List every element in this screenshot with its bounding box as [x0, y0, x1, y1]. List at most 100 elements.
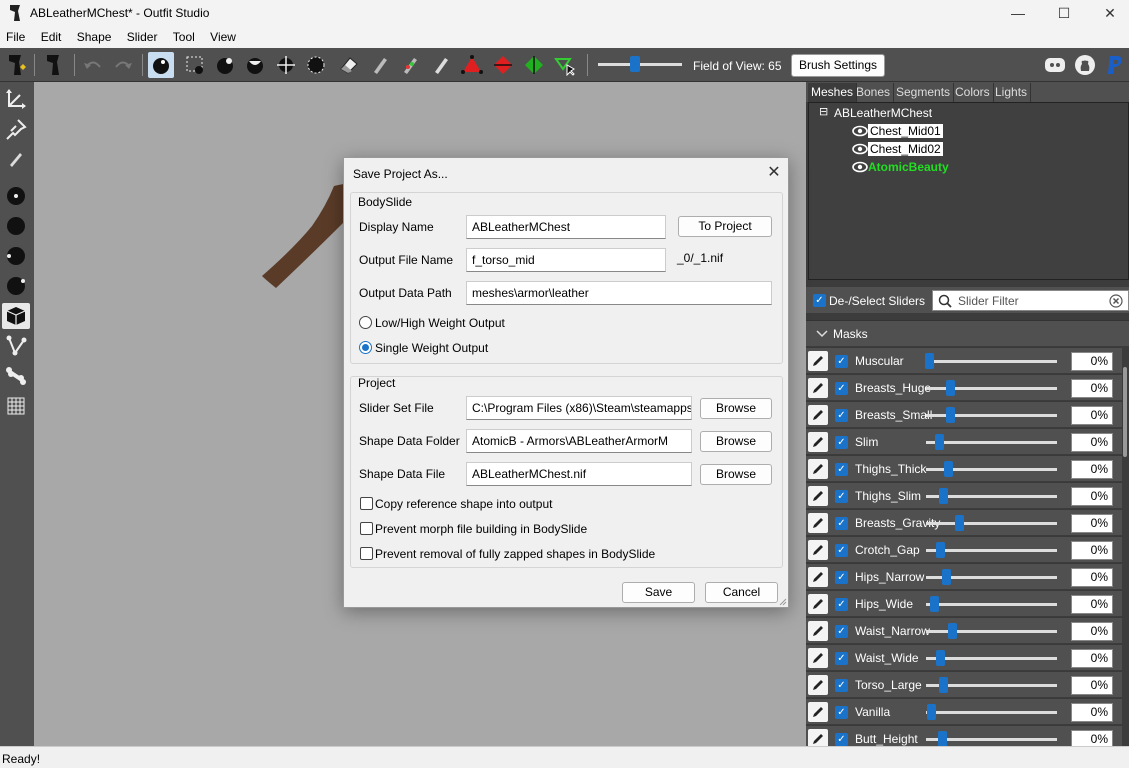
- browse-shape-file-button[interactable]: Browse: [700, 464, 772, 485]
- slider-track[interactable]: [926, 441, 1057, 444]
- slider-checkbox[interactable]: ✓: [835, 625, 848, 638]
- browse-slider-set-button[interactable]: Browse: [700, 398, 772, 419]
- slider-edit-button[interactable]: [808, 594, 828, 614]
- brush-smooth-icon[interactable]: [2, 273, 30, 299]
- move-vertex-icon[interactable]: [552, 52, 578, 78]
- slider-checkbox[interactable]: ✓: [835, 733, 848, 746]
- menu-tool[interactable]: Tool: [167, 26, 201, 44]
- slider-thumb[interactable]: [937, 731, 947, 746]
- select-brush-icon[interactable]: [148, 52, 174, 78]
- shape-folder-field[interactable]: AtomicB - Armors\ABLeatherArmorM: [466, 429, 692, 453]
- slider-thumb[interactable]: [924, 353, 934, 369]
- slider-edit-button[interactable]: [808, 405, 828, 425]
- slider-thumb[interactable]: [927, 704, 937, 720]
- slider-value-field[interactable]: 0%: [1071, 595, 1113, 614]
- project-icon[interactable]: [41, 52, 67, 78]
- bone-icon[interactable]: [2, 363, 30, 389]
- fov-slider-thumb[interactable]: [630, 56, 640, 72]
- slider-checkbox[interactable]: ✓: [835, 598, 848, 611]
- slider-edit-button[interactable]: [808, 621, 828, 641]
- smooth-brush-icon[interactable]: [303, 52, 329, 78]
- dialog-close-button[interactable]: ✕: [764, 163, 784, 183]
- color-brush-icon[interactable]: [397, 52, 423, 78]
- menu-view[interactable]: View: [204, 26, 242, 44]
- shape-file-field[interactable]: ABLeatherMChest.nif: [466, 462, 692, 486]
- slider-value-field[interactable]: 0%: [1071, 649, 1113, 668]
- slider-value-field[interactable]: 0%: [1071, 514, 1113, 533]
- github-icon[interactable]: [1072, 52, 1098, 78]
- cube-icon[interactable]: [2, 303, 30, 329]
- vertex-edit-icon[interactable]: [2, 146, 30, 172]
- slider-thumb[interactable]: [944, 461, 954, 477]
- output-file-field[interactable]: f_torso_mid: [466, 248, 666, 272]
- close-icon[interactable]: ✕: [767, 164, 780, 181]
- prevent-removal-label[interactable]: Prevent removal of fully zapped shapes i…: [375, 547, 655, 561]
- mask-brush-icon[interactable]: [212, 52, 238, 78]
- slider-edit-button[interactable]: [808, 675, 828, 695]
- menu-slider[interactable]: Slider: [121, 26, 164, 44]
- brush-settings-button[interactable]: Brush Settings: [791, 54, 885, 77]
- close-window-button[interactable]: ✕: [1087, 0, 1129, 26]
- slider-track[interactable]: [926, 603, 1057, 606]
- collapse-vertex-icon[interactable]: [459, 52, 485, 78]
- slider-value-field[interactable]: 0%: [1071, 676, 1113, 695]
- slider-thumb[interactable]: [936, 650, 946, 666]
- eraser-icon[interactable]: [336, 52, 362, 78]
- single-weight-label[interactable]: Single Weight Output: [375, 341, 488, 355]
- split-edge-icon[interactable]: [521, 52, 547, 78]
- slider-thumb[interactable]: [945, 407, 955, 423]
- slider-value-field[interactable]: 0%: [1071, 487, 1113, 506]
- slider-value-field[interactable]: 0%: [1071, 730, 1113, 746]
- to-project-button[interactable]: To Project: [678, 216, 772, 237]
- slider-edit-button[interactable]: [808, 459, 828, 479]
- menu-file[interactable]: File: [0, 26, 31, 44]
- slider-checkbox[interactable]: ✓: [835, 652, 848, 665]
- slider-checkbox[interactable]: ✓: [835, 355, 848, 368]
- slider-thumb[interactable]: [954, 515, 964, 531]
- slider-value-field[interactable]: 0%: [1071, 703, 1113, 722]
- redo-icon[interactable]: [110, 52, 136, 78]
- prevent-morph-checkbox[interactable]: [360, 522, 373, 535]
- brush-deflate-icon[interactable]: [2, 243, 30, 269]
- slider-edit-button[interactable]: [808, 486, 828, 506]
- weight-brush-icon[interactable]: [367, 52, 393, 78]
- copy-reference-label[interactable]: Copy reference shape into output: [375, 497, 552, 511]
- slider-value-field[interactable]: 0%: [1071, 460, 1113, 479]
- menu-shape[interactable]: Shape: [71, 26, 118, 44]
- transform-icon[interactable]: [2, 86, 30, 112]
- slider-thumb[interactable]: [939, 488, 949, 504]
- slider-edit-button[interactable]: [808, 432, 828, 452]
- slider-value-field[interactable]: 0%: [1071, 622, 1113, 641]
- menu-edit[interactable]: Edit: [35, 26, 68, 44]
- slider-thumb[interactable]: [948, 623, 958, 639]
- cancel-button[interactable]: Cancel: [705, 582, 778, 603]
- maximize-button[interactable]: ☐: [1041, 0, 1087, 26]
- slider-checkbox[interactable]: ✓: [835, 409, 848, 422]
- slider-thumb[interactable]: [936, 542, 946, 558]
- slider-checkbox[interactable]: ✓: [835, 436, 848, 449]
- slider-set-field[interactable]: C:\Program Files (x86)\Steam\steamapps\: [466, 396, 692, 420]
- slider-checkbox[interactable]: ✓: [835, 571, 848, 584]
- slider-edit-button[interactable]: [808, 513, 828, 533]
- slider-edit-button[interactable]: [808, 378, 828, 398]
- slider-track[interactable]: [926, 522, 1057, 525]
- slider-checkbox[interactable]: ✓: [835, 490, 848, 503]
- save-button[interactable]: Save: [622, 582, 695, 603]
- low-high-weight-label[interactable]: Low/High Weight Output: [375, 316, 505, 330]
- alpha-brush-icon[interactable]: [428, 52, 454, 78]
- slider-value-field[interactable]: 0%: [1071, 379, 1113, 398]
- slider-value-field[interactable]: 0%: [1071, 568, 1113, 587]
- slider-checkbox[interactable]: ✓: [835, 679, 848, 692]
- slider-value-field[interactable]: 0%: [1071, 541, 1113, 560]
- slider-value-field[interactable]: 0%: [1071, 406, 1113, 425]
- low-high-weight-radio[interactable]: [359, 316, 372, 329]
- slider-edit-button[interactable]: [808, 567, 828, 587]
- skeleton-icon[interactable]: [2, 333, 30, 359]
- slider-value-field[interactable]: 0%: [1071, 433, 1113, 452]
- flip-edge-icon[interactable]: [490, 52, 516, 78]
- deflate-brush-icon[interactable]: [242, 52, 268, 78]
- slider-thumb[interactable]: [929, 596, 939, 612]
- slider-checkbox[interactable]: ✓: [835, 517, 848, 530]
- paypal-icon[interactable]: [1102, 52, 1128, 78]
- slider-edit-button[interactable]: [808, 351, 828, 371]
